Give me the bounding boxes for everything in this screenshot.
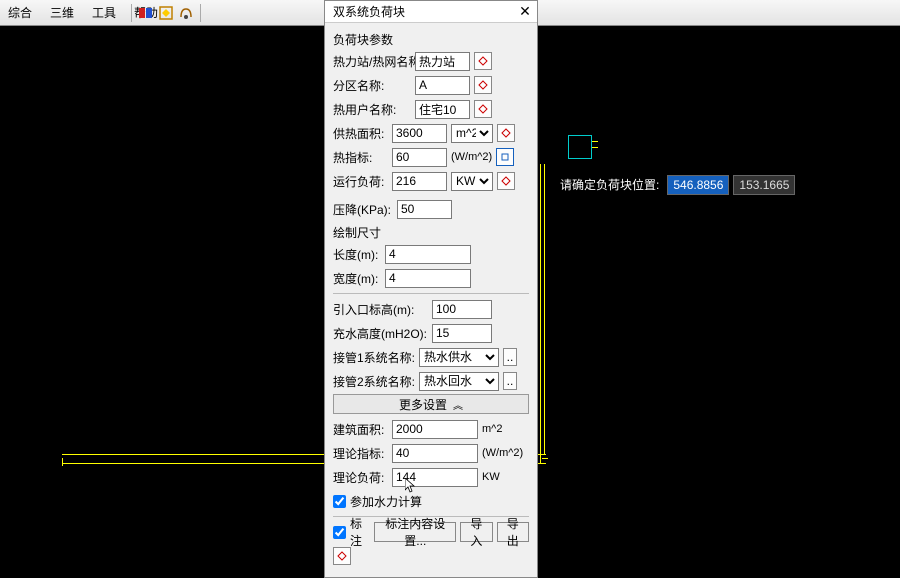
pipe1-select[interactable]: 热水供水 bbox=[419, 348, 499, 367]
load-input[interactable] bbox=[392, 172, 447, 191]
marker-tick bbox=[592, 147, 598, 148]
toolbar-icon-1[interactable] bbox=[137, 4, 155, 22]
pick-load-icon[interactable] bbox=[497, 172, 515, 190]
prompt-label: 请确定负荷块位置: bbox=[556, 174, 663, 195]
toolbar bbox=[128, 0, 204, 26]
toolbar-icon-3[interactable] bbox=[177, 4, 195, 22]
tload-label: 理论负荷: bbox=[333, 469, 388, 486]
area-unit-select[interactable]: m^2 bbox=[451, 124, 493, 143]
station-label: 热力站/热网名称: bbox=[333, 53, 411, 70]
pick-user-icon[interactable] bbox=[474, 100, 492, 118]
tload-unit: KW bbox=[482, 471, 500, 483]
user-label: 热用户名称: bbox=[333, 101, 411, 118]
load-label: 运行负荷: bbox=[333, 173, 388, 190]
annotate-content-button[interactable]: 标注内容设置... bbox=[374, 522, 456, 542]
import-button[interactable]: 导入 bbox=[460, 522, 492, 542]
more-settings-button[interactable]: 更多设置 ︽ bbox=[333, 394, 529, 414]
fill-label: 充水高度(mH2O): bbox=[333, 325, 428, 342]
hydraulic-label: 参加水力计算 bbox=[350, 493, 422, 510]
barea-unit: m^2 bbox=[482, 423, 502, 435]
pressure-label: 压降(KPa): bbox=[333, 201, 393, 218]
area-input[interactable] bbox=[392, 124, 447, 143]
menu-zonghe[interactable]: 综合 bbox=[4, 2, 36, 23]
fill-input[interactable] bbox=[432, 324, 492, 343]
cad-tick bbox=[62, 458, 63, 466]
toolbar-icon-2[interactable] bbox=[157, 4, 175, 22]
menu-sanwei[interactable]: 三维 bbox=[46, 2, 78, 23]
width-input[interactable] bbox=[385, 269, 471, 288]
user-input[interactable] bbox=[415, 100, 470, 119]
length-input[interactable] bbox=[385, 245, 471, 264]
pipe2-select[interactable]: 热水回水 bbox=[419, 372, 499, 391]
toolbar-separator-2 bbox=[200, 4, 201, 22]
prompt-coord-x[interactable]: 546.8856 bbox=[667, 175, 729, 195]
index-input[interactable] bbox=[392, 148, 447, 167]
section-params-label: 负荷块参数 bbox=[333, 31, 529, 48]
divider-1 bbox=[333, 293, 529, 294]
marker-tick-2 bbox=[592, 141, 598, 142]
chevron-up-icon: ︽ bbox=[453, 397, 463, 412]
pipe1-more-icon[interactable]: .. bbox=[503, 348, 517, 366]
index-link-icon[interactable] bbox=[496, 148, 514, 166]
index-unit: (W/m^2) bbox=[451, 151, 492, 163]
export-button[interactable]: 导出 bbox=[497, 522, 529, 542]
zone-label: 分区名称: bbox=[333, 77, 411, 94]
menu-tools[interactable]: 工具 bbox=[88, 2, 120, 23]
pressure-input[interactable] bbox=[397, 200, 452, 219]
tindex-input[interactable] bbox=[392, 444, 478, 463]
inlet-label: 引入口标高(m): bbox=[333, 301, 428, 318]
width-label: 宽度(m): bbox=[333, 270, 381, 287]
marker-box bbox=[568, 135, 592, 159]
load-block-dialog: 双系统负荷块 ✕ 负荷块参数 热力站/热网名称: 分区名称: 热用户名称: 供热… bbox=[324, 0, 538, 578]
dialog-titlebar[interactable]: 双系统负荷块 ✕ bbox=[325, 1, 537, 23]
pipe2-label: 接管2系统名称: bbox=[333, 373, 415, 390]
load-unit-select[interactable]: KW bbox=[451, 172, 493, 191]
area-label: 供热面积: bbox=[333, 125, 388, 142]
pick-station-icon[interactable] bbox=[474, 52, 492, 70]
cad-tick-2 bbox=[542, 458, 548, 459]
mouse-cursor-icon bbox=[405, 478, 417, 494]
pick-zone-icon[interactable] bbox=[474, 76, 492, 94]
barea-input[interactable] bbox=[392, 420, 478, 439]
section-size-label: 绘制尺寸 bbox=[333, 224, 529, 241]
close-icon[interactable]: ✕ bbox=[517, 4, 533, 20]
hydraulic-checkbox[interactable] bbox=[333, 495, 346, 508]
pipe2-more-icon[interactable]: .. bbox=[503, 372, 517, 390]
index-label: 热指标: bbox=[333, 149, 388, 166]
inlet-input[interactable] bbox=[432, 300, 492, 319]
annotate-label: 标注 bbox=[350, 515, 370, 549]
command-prompt: 请确定负荷块位置: 546.8856 153.1665 bbox=[556, 174, 795, 195]
tindex-label: 理论指标: bbox=[333, 445, 388, 462]
length-label: 长度(m): bbox=[333, 246, 381, 263]
station-input[interactable] bbox=[415, 52, 470, 71]
cad-line-vert bbox=[540, 164, 541, 464]
more-settings-label: 更多设置 bbox=[399, 396, 447, 413]
barea-label: 建筑面积: bbox=[333, 421, 388, 438]
cad-line-vert-2 bbox=[544, 164, 545, 454]
annotate-checkbox[interactable] bbox=[333, 526, 346, 539]
bottom-tool-icon[interactable] bbox=[333, 547, 351, 565]
zone-input[interactable] bbox=[415, 76, 470, 95]
pipe1-label: 接管1系统名称: bbox=[333, 349, 415, 366]
prompt-coord-y[interactable]: 153.1665 bbox=[733, 175, 795, 195]
toolbar-separator bbox=[131, 4, 132, 22]
tindex-unit: (W/m^2) bbox=[482, 447, 523, 459]
dialog-title: 双系统负荷块 bbox=[333, 3, 405, 20]
pick-area-icon[interactable] bbox=[497, 124, 515, 142]
